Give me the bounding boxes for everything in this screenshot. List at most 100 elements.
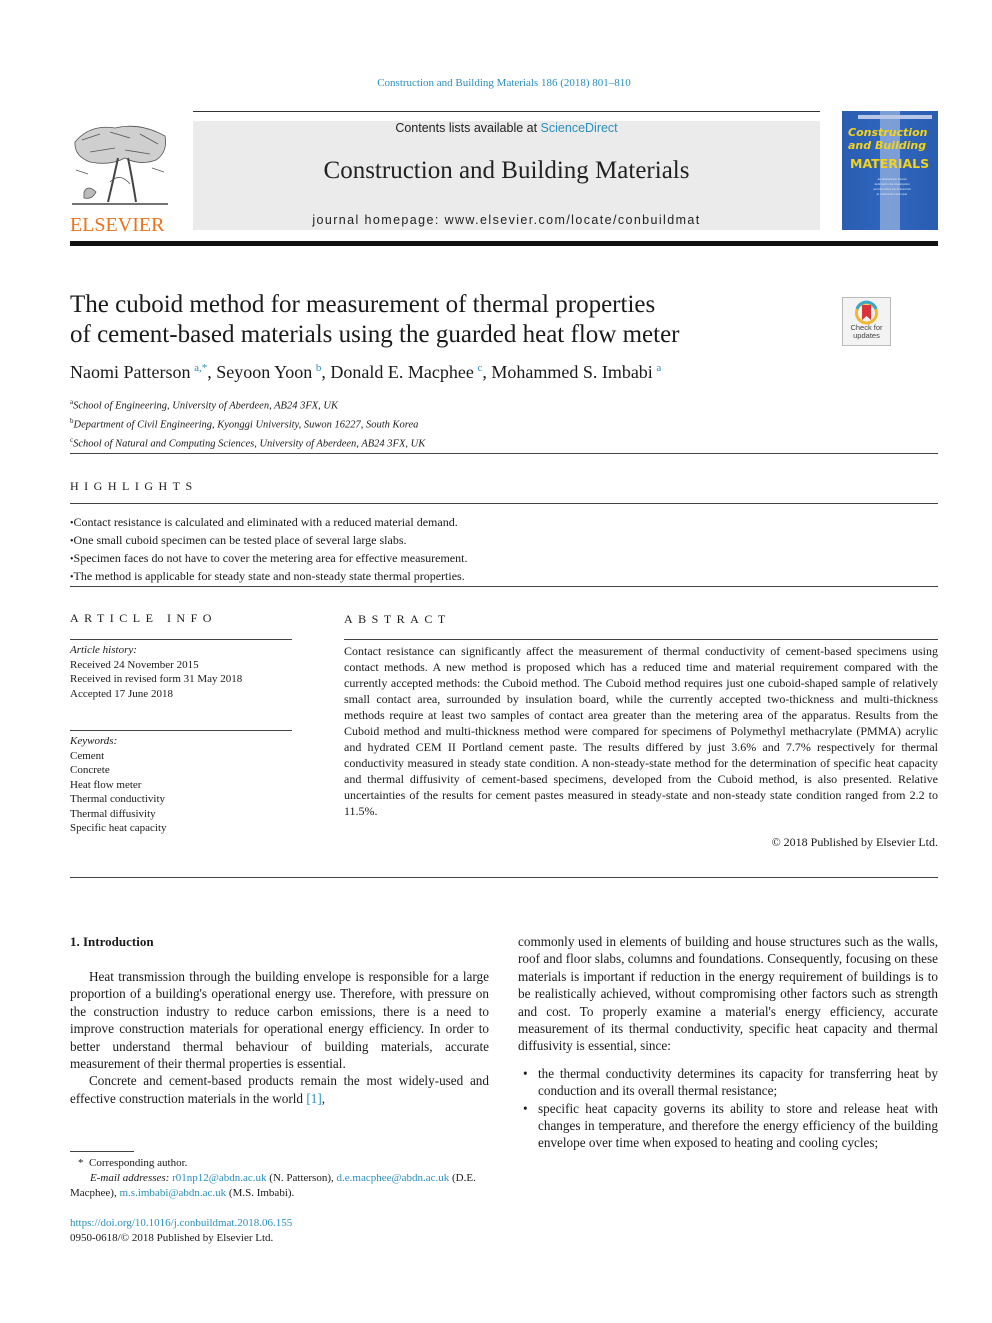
email-note: E-mail addresses: r01np12@abdn.ac.uk (N.… [70, 1171, 500, 1201]
abstract-heading: ABSTRACT [344, 612, 451, 626]
keyword[interactable]: Thermal diffusivity [70, 807, 292, 822]
affiliation-text: Department of Civil Engineering, Kyonggi… [73, 419, 419, 431]
author-list: Naomi Patterson a,*, Seyoon Yoon b, Dona… [70, 362, 662, 382]
keyword[interactable]: Cement [70, 749, 292, 764]
body-column-left: Heat transmission through the building e… [70, 968, 489, 1107]
history-entry: Received in revised form 31 May 2018 [70, 673, 243, 685]
email-link[interactable]: m.s.imbabi@abdn.ac.uk [119, 1187, 226, 1199]
journal-citation-link[interactable]: Construction and Building Materials 186 … [0, 77, 992, 89]
author-affil-sup[interactable]: c [477, 362, 482, 374]
history-entry: Accepted 17 June 2018 [70, 687, 173, 700]
cover-top-bar [858, 115, 932, 119]
body-paragraph: Concrete and cement-based products remai… [70, 1072, 489, 1107]
footnotes: * Corresponding author. E-mail addresses… [70, 1156, 500, 1201]
author[interactable]: Donald E. Macphee c [330, 362, 482, 382]
section-heading-introduction: 1. Introduction [70, 934, 154, 949]
corresponding-note: * Corresponding author. [70, 1156, 500, 1171]
elsevier-logo[interactable]: ELSEVIER [70, 122, 172, 236]
title-line-2: of cement-based materials using the guar… [70, 321, 680, 348]
highlights-list: Contact resistance is calculated and eli… [70, 514, 468, 586]
affiliation-text: School of Engineering, University of Abe… [73, 400, 338, 412]
affiliation: cSchool of Natural and Computing Science… [70, 433, 425, 452]
email-link[interactable]: r01np12@abdn.ac.uk [172, 1172, 266, 1184]
author-name: Seyoon Yoon [216, 362, 313, 382]
divider [70, 639, 292, 640]
email-owner: (N. Patterson), [266, 1172, 337, 1184]
divider [70, 503, 938, 504]
article-history-label: Article history: [70, 644, 137, 656]
highlight-item: The method is applicable for steady stat… [70, 568, 467, 586]
header-thick-rule [70, 241, 938, 246]
highlight-item: Specimen faces do not have to cover the … [70, 550, 468, 568]
author-name: Donald E. Macphee [330, 362, 474, 382]
author[interactable]: Mohammed S. Imbabi a [491, 362, 661, 382]
asterisk-marker: * [78, 1157, 89, 1169]
body-column-right: commonly used in elements of building an… [518, 933, 938, 1152]
bullet-item: specific heat capacity governs its abili… [518, 1100, 938, 1152]
check-updates-label: Check for updates [843, 324, 890, 340]
bullet-item: the thermal conductivity determines its … [518, 1065, 938, 1100]
corresponding-text: Corresponding author. [89, 1157, 188, 1169]
citation-link[interactable]: [1] [306, 1091, 321, 1106]
contents-prefix: Contents lists available at [395, 121, 541, 135]
body-paragraph: commonly used in elements of building an… [518, 934, 938, 1054]
divider [70, 730, 292, 731]
email-owner: (M.S. Imbabi). [226, 1187, 295, 1199]
email-label: E-mail addresses: [90, 1172, 173, 1184]
author[interactable]: Naomi Patterson a,* [70, 362, 207, 382]
highlights-heading: HIGHLIGHTS [70, 479, 198, 493]
article-history: Article history: Received 24 November 20… [70, 643, 292, 701]
divider [70, 453, 938, 454]
article-title: The cuboid method for measurement of the… [70, 290, 810, 350]
journal-cover-image[interactable]: Construction and Building MATERIALS An In… [842, 111, 938, 230]
elsevier-tree-icon [72, 125, 168, 205]
author-name: Naomi Patterson [70, 362, 191, 382]
issn-copyright: 0950-0618/© 2018 Published by Elsevier L… [70, 1232, 274, 1244]
elsevier-wordmark: ELSEVIER [70, 214, 165, 236]
author-name: Mohammed S. Imbabi [491, 362, 653, 382]
affiliation-text: School of Natural and Computing Sciences… [73, 438, 426, 450]
title-line-1: The cuboid method for measurement of the… [70, 291, 656, 318]
email-link[interactable]: d.e.macphee@abdn.ac.uk [337, 1172, 450, 1184]
contents-line: Contents lists available at ScienceDirec… [193, 121, 820, 135]
check-updates-line2: updates [853, 331, 880, 340]
check-for-updates-button[interactable]: Check for updates [842, 297, 891, 346]
doi-link[interactable]: https://doi.org/10.1016/j.conbuildmat.20… [70, 1216, 292, 1231]
author-affil-sup[interactable]: a,* [194, 362, 207, 374]
highlight-item: One small cuboid specimen can be tested … [70, 532, 467, 550]
keyword[interactable]: Heat flow meter [70, 778, 292, 793]
footnote-rule [70, 1151, 134, 1152]
journal-homepage-link[interactable]: journal homepage: www.elsevier.com/locat… [193, 213, 820, 227]
keyword[interactable]: Concrete [70, 763, 292, 778]
journal-banner: Contents lists available at ScienceDirec… [193, 121, 820, 230]
history-entry: Received 24 November 2015 [70, 658, 199, 671]
divider [344, 639, 938, 640]
sciencedirect-link[interactable]: ScienceDirect [541, 121, 618, 135]
paragraph-text: Concrete and cement-based products remai… [70, 1073, 489, 1106]
keywords-label: Keywords: [70, 735, 118, 747]
cover-title: Construction and Building [848, 126, 927, 152]
highlight-item: Contact resistance is calculated and eli… [70, 514, 467, 532]
divider [70, 586, 938, 587]
author-affil-sup[interactable]: b [316, 362, 322, 374]
body-paragraph: Heat transmission through the building e… [70, 969, 489, 1072]
affiliation: bDepartment of Civil Engineering, Kyongg… [70, 414, 425, 433]
header-rule [193, 111, 820, 112]
cover-title-line1: Construction [848, 126, 928, 139]
paragraph-tail: , [321, 1090, 326, 1106]
affiliations: aSchool of Engineering, University of Ab… [70, 395, 425, 452]
author-affil-sup[interactable]: a [656, 362, 661, 374]
cover-title-line2: and Building [848, 139, 927, 152]
keyword[interactable]: Specific heat capacity [70, 821, 292, 836]
abstract-text: Contact resistance can significantly aff… [344, 644, 938, 818]
author[interactable]: Seyoon Yoon b [216, 362, 321, 382]
article-info-heading: ARTICLE INFO [70, 611, 217, 625]
keywords: Keywords: Cement Concrete Heat flow mete… [70, 734, 292, 836]
cover-materials: MATERIALS [850, 156, 930, 171]
journal-title: Construction and Building Materials [323, 157, 690, 184]
divider [70, 877, 938, 878]
abstract-copyright: © 2018 Published by Elsevier Ltd. [771, 835, 938, 849]
doi-block: https://doi.org/10.1016/j.conbuildmat.20… [70, 1216, 292, 1246]
keyword[interactable]: Thermal conductivity [70, 792, 292, 807]
cover-fine-print: An International Journal dedicated to th… [873, 177, 911, 196]
